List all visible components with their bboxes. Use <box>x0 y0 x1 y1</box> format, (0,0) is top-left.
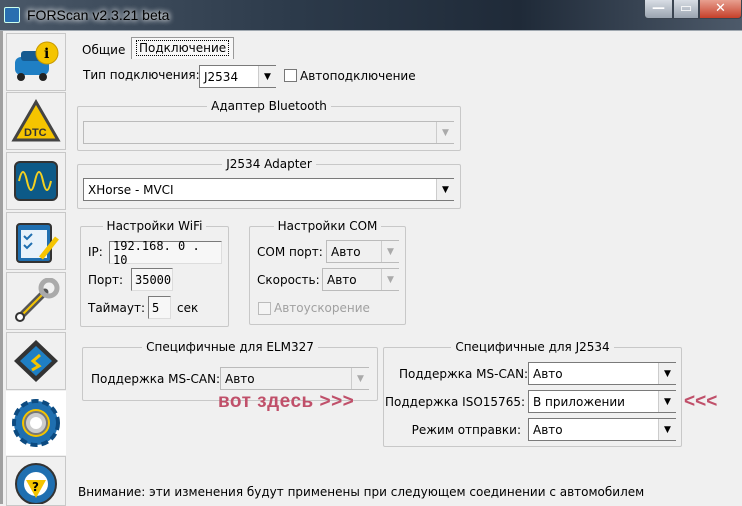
speed-value: Авто <box>327 272 357 287</box>
tab-label: Подключение <box>135 40 230 56</box>
close-button[interactable]: ✕ <box>699 0 742 19</box>
sidebar-item-programming[interactable] <box>6 332 66 390</box>
send-mode-select[interactable]: Авто ▼ <box>528 418 676 441</box>
sidebar-item-settings[interactable] <box>6 391 66 455</box>
gear-icon <box>12 399 60 447</box>
group-title: Настройки COM <box>273 219 382 233</box>
autoconnect-label: Автоподключение <box>300 69 416 83</box>
port-label: Порт: <box>88 273 124 287</box>
app-icon <box>4 7 20 23</box>
checklist-icon <box>16 223 59 263</box>
sidebar-item-help[interactable]: ? <box>6 456 66 506</box>
tab-label: Общие <box>82 43 126 57</box>
tab-general[interactable]: Общие <box>77 40 130 62</box>
bluetooth-adapter-select[interactable]: ▼ <box>83 121 454 144</box>
window-title: FORScan v2.3.21 beta <box>27 7 170 23</box>
ip-field[interactable]: 192.168. 0 . 10 <box>109 239 222 267</box>
chevron-down-icon: ▼ <box>381 241 399 262</box>
oscilloscope-icon <box>14 161 58 201</box>
sidebar-item-tests[interactable] <box>6 212 66 270</box>
car-info-icon: i <box>15 41 59 81</box>
speed-label: Скорость: <box>257 273 320 287</box>
connection-type-select[interactable]: J2534 ▼ <box>199 65 276 88</box>
sidebar-item-dtc[interactable]: DTC <box>6 92 66 150</box>
close-icon: ✕ <box>715 1 726 16</box>
chevron-down-icon: ▼ <box>658 391 676 412</box>
connection-type-value: J2534 <box>204 69 239 84</box>
group-title: Специфичные для ELM327 <box>142 340 318 354</box>
com-port-select[interactable]: Авто ▼ <box>326 240 399 263</box>
iso15765-value: В приложении <box>533 394 625 409</box>
svg-text:?: ? <box>32 480 39 494</box>
timeout-unit: сек <box>177 301 199 315</box>
timeout-field[interactable]: 5 <box>148 296 171 319</box>
sidebar-item-service[interactable] <box>6 272 66 330</box>
sidebar-item-vehicle-info[interactable]: i <box>6 33 66 91</box>
autospeed-label: Автоускорение <box>274 301 370 315</box>
chevron-down-icon: ▼ <box>258 66 276 87</box>
annotation-left: вот здесь >>> <box>218 391 355 412</box>
chevron-down-icon: ▼ <box>658 419 676 440</box>
j2534-adapter-select[interactable]: XHorse - MVCI ▼ <box>83 178 454 201</box>
speed-select[interactable]: Авто ▼ <box>322 268 399 291</box>
connection-type-label: Тип подключения: <box>83 68 200 82</box>
com-port-label: COM порт: <box>257 245 323 259</box>
iso15765-label: Поддержка ISO15765: <box>385 395 526 409</box>
help-wheel-icon: ? <box>15 463 57 504</box>
send-mode-label: Режим отправки: <box>411 423 521 437</box>
chevron-down-icon: ▼ <box>436 122 454 143</box>
j2534-mscan-label: Поддержка MS-CAN: <box>399 367 529 381</box>
timeout-label: Таймаут: <box>88 301 146 315</box>
svg-text:DTC: DTC <box>24 127 47 139</box>
minimize-button[interactable]: — <box>644 0 673 19</box>
elm-mscan-value: Авто <box>225 371 255 386</box>
j2534-mscan-value: Авто <box>533 366 563 381</box>
elm-mscan-label: Поддержка MS-CAN: <box>91 372 221 386</box>
send-mode-value: Авто <box>533 422 563 437</box>
j2534-adapter-value: XHorse - MVCI <box>88 182 174 197</box>
group-title: J2534 Adapter <box>222 157 316 171</box>
wrench-icon <box>15 278 60 322</box>
title-bar: FORScan v2.3.21 beta — ▭ ✕ <box>0 0 742 31</box>
autospeed-checkbox[interactable] <box>258 302 271 315</box>
notice-text: Внимание: эти изменения будут применены … <box>78 485 645 499</box>
iso15765-select[interactable]: В приложении ▼ <box>528 390 676 413</box>
com-port-value: Авто <box>331 244 361 259</box>
annotation-right: <<< <box>684 391 718 412</box>
svg-text:i: i <box>44 46 49 62</box>
chevron-down-icon: ▼ <box>658 363 676 384</box>
group-title: Настройки WiFi <box>102 219 207 233</box>
sidebar-item-oscilloscope[interactable] <box>6 152 66 210</box>
elm-mscan-select[interactable]: Авто ▼ <box>220 367 369 390</box>
maximize-icon: ▭ <box>679 1 693 16</box>
group-title: Адаптер Bluetooth <box>207 99 331 113</box>
tab-connection[interactable]: Подключение <box>131 37 235 59</box>
j2534-mscan-select[interactable]: Авто ▼ <box>528 362 676 385</box>
minimize-icon: — <box>652 1 665 16</box>
chevron-down-icon: ▼ <box>351 368 369 389</box>
chevron-down-icon: ▼ <box>381 269 399 290</box>
port-field[interactable]: 35000 <box>131 268 173 291</box>
chip-icon <box>14 340 58 382</box>
group-title: Специфичные для J2534 <box>451 340 614 354</box>
chevron-down-icon: ▼ <box>436 179 454 200</box>
maximize-button[interactable]: ▭ <box>673 0 699 19</box>
dtc-icon: DTC <box>11 99 61 142</box>
ip-label: IP: <box>88 245 103 259</box>
autoconnect-checkbox[interactable] <box>284 69 297 82</box>
sidebar: i DTC ? <box>0 31 66 506</box>
